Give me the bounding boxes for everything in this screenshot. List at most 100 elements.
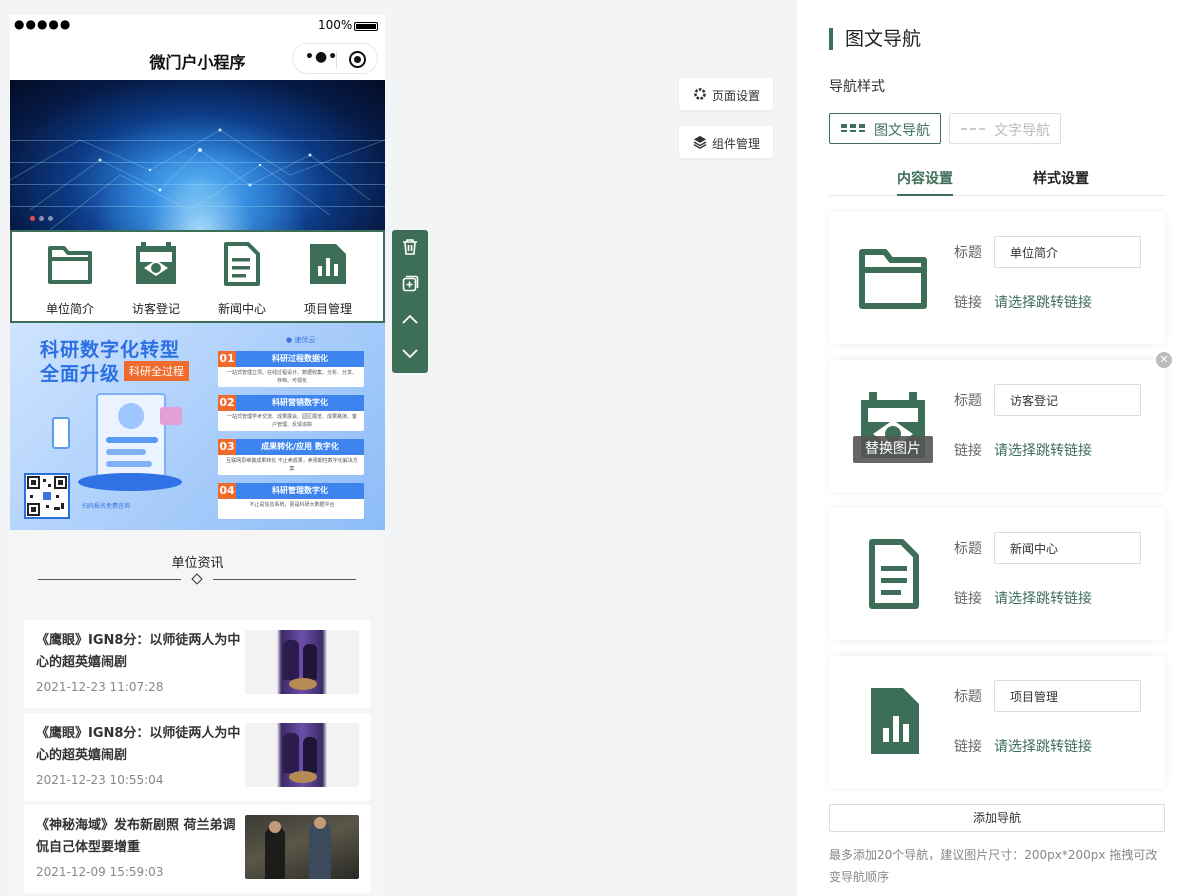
ad-feature-row: 04 科研管理数字化 不止是信息系统，更是科研大数据平台 (218, 483, 364, 519)
news-date: 2021-12-09 15:59:03 (36, 865, 164, 879)
folder-icon (48, 246, 92, 284)
title-field-label: 标题 (954, 541, 982, 557)
add-nav-button[interactable]: 添加导航 (829, 804, 1165, 832)
news-item[interactable]: 《鹰眼》IGN8分：以师徒两人为中心的超英嬉闹剧 2021-12-23 11:0… (24, 620, 371, 708)
diamond-icon (191, 573, 203, 585)
select-link-button[interactable]: 请选择跳转链接 (994, 736, 1092, 756)
title-input[interactable] (994, 236, 1141, 268)
settings-panel: 图文导航 导航样式 图文导航 文字导航 内容设置 样式设置 标题 链接 请选择跳… (797, 0, 1181, 896)
nav-item-card[interactable]: 标题 链接 请选择跳转链接 (829, 656, 1165, 788)
style-option-image-text[interactable]: 图文导航 (829, 113, 941, 144)
image-text-style-icon (841, 124, 865, 134)
active-tab-indicator (897, 194, 953, 196)
nav-item-label: 访客登记 (131, 302, 180, 316)
close-target-icon[interactable] (349, 51, 366, 68)
section-divider-left (38, 579, 181, 580)
nav-item-news[interactable]: 新闻中心 (202, 242, 282, 317)
nav-item-card[interactable]: 标题 链接 请选择跳转链接 (829, 508, 1165, 640)
banner-carousel[interactable] (10, 80, 385, 230)
nav-item-label: 项目管理 (303, 302, 352, 316)
nav-item-label: 新闻中心 (217, 302, 266, 316)
banner-network-lines (10, 128, 385, 230)
style-option-label: 文字导航 (994, 123, 1050, 139)
style-option-text[interactable]: 文字导航 (949, 113, 1061, 144)
ad-device-illustration (96, 393, 166, 477)
gear-icon (694, 88, 706, 100)
news-title: 《鹰眼》IGN8分：以师徒两人为中心的超英嬉闹剧 (36, 633, 241, 670)
ad-pedestal (78, 473, 182, 491)
tab-style-settings[interactable]: 样式设置 (1033, 168, 1089, 188)
settings-tabs: 内容设置 样式设置 (829, 160, 1165, 196)
news-item[interactable]: 《神秘海域》发布新剧照 荷兰弟调侃自己体型要增重 2021-12-09 15:5… (24, 805, 371, 893)
component-manage-button[interactable]: 组件管理 (679, 126, 773, 158)
copy-icon (402, 275, 418, 291)
battery-percent: 100% (318, 18, 353, 32)
pager-dot[interactable] (48, 216, 53, 221)
remove-item-close-icon[interactable]: ✕ (1156, 352, 1172, 368)
title-field-label: 标题 (954, 689, 982, 705)
link-field-label: 链接 (954, 591, 982, 607)
title-field-label: 标题 (954, 393, 982, 409)
document-icon (224, 242, 260, 286)
title-input[interactable] (994, 384, 1141, 416)
news-thumbnail (245, 815, 359, 879)
news-date: 2021-12-23 11:07:28 (36, 680, 164, 694)
status-bar: ●●●●● 100% (10, 15, 385, 37)
qr-note: 扫码报名免费咨询 (82, 503, 131, 510)
select-link-button[interactable]: 请选择跳转链接 (994, 440, 1092, 460)
replace-image-button[interactable]: 替换图片 (853, 436, 933, 463)
nav-item-unit-intro[interactable]: 单位简介 (30, 242, 110, 317)
capsule-menu[interactable]: •●• (292, 43, 378, 74)
pager-dot-active[interactable] (30, 216, 35, 221)
panel-title: 图文导航 (829, 28, 921, 50)
ad-headline-2: 全面升级 (40, 363, 121, 385)
more-icon[interactable]: •●• (305, 49, 338, 65)
style-option-label: 图文导航 (874, 123, 930, 139)
section-title: 单位资讯 (171, 556, 224, 571)
ad-brand: ● 速优云 (286, 336, 316, 344)
title-field-label: 标题 (954, 245, 982, 261)
signal-indicator: ●●●●● (14, 17, 72, 31)
chevron-down-icon (402, 349, 418, 359)
title-input[interactable] (994, 532, 1141, 564)
select-link-button[interactable]: 请选择跳转链接 (994, 588, 1092, 608)
link-field-label: 链接 (954, 443, 982, 459)
news-title: 《鹰眼》IGN8分：以师徒两人为中心的超英嬉闹剧 (36, 726, 241, 763)
document-icon[interactable] (853, 538, 933, 610)
tab-content-settings[interactable]: 内容设置 (897, 168, 953, 188)
ad-feature-row: 03 成果转化/应用 数字化 互联网思维做成果转化 不止卖成果，卖周期性数字化解决方… (218, 439, 364, 475)
promo-ad-image[interactable]: 科研数字化转型 全面升级 科研全过程 ● 速优云 01 科研过程数据化 一站式管理立… (10, 323, 385, 530)
page-settings-label: 页面设置 (712, 89, 761, 103)
bar-chart-icon (310, 244, 346, 284)
chevron-up-icon (402, 314, 418, 324)
delete-button[interactable] (392, 230, 428, 264)
folder-icon[interactable] (853, 242, 933, 314)
select-link-button[interactable]: 请选择跳转链接 (994, 292, 1092, 312)
nav-item-card[interactable]: 标题 链接 请选择跳转链接 (829, 212, 1165, 344)
bar-chart-icon[interactable] (853, 686, 933, 758)
layers-icon (693, 135, 707, 149)
move-down-button[interactable] (392, 337, 428, 371)
news-thumbnail (245, 723, 359, 787)
nav-item-card[interactable]: 替换图片 ✕ 标题 链接 请选择跳转链接 (829, 352, 1172, 492)
title-input[interactable] (994, 680, 1141, 712)
pager-dot[interactable] (39, 216, 44, 221)
copy-button[interactable] (392, 266, 428, 300)
news-title: 《神秘海域》发布新剧照 荷兰弟调侃自己体型要增重 (36, 818, 236, 855)
move-up-button[interactable] (392, 302, 428, 336)
nav-item-visitor[interactable]: 访客登记 (116, 242, 196, 317)
nav-item-projects[interactable]: 项目管理 (288, 242, 368, 317)
ad-feature-row: 01 科研过程数据化 一站式管理立项、在线过程设计、数据收集、分析、分享、存档、可视… (218, 351, 364, 387)
mini-program-navbar: 微门户小程序 •●• (10, 37, 385, 80)
qr-code-image (24, 473, 70, 519)
image-nav-component[interactable]: 单位简介 访客登记 新闻中心 项目管理 (10, 230, 385, 323)
text-style-icon (961, 124, 985, 134)
link-field-label: 链接 (954, 295, 982, 311)
link-field-label: 链接 (954, 739, 982, 755)
ad-tag: 科研全过程 (124, 361, 189, 381)
help-tip: 最多添加20个导航，建议图片尺寸：200px*200px 拖拽可改变导航顺序 (829, 848, 1158, 884)
carousel-pager[interactable] (30, 206, 57, 225)
page-settings-button[interactable]: 页面设置 (679, 78, 773, 110)
section-divider-right (213, 579, 356, 580)
news-item[interactable]: 《鹰眼》IGN8分：以师徒两人为中心的超英嬉闹剧 2021-12-23 10:5… (24, 713, 371, 801)
